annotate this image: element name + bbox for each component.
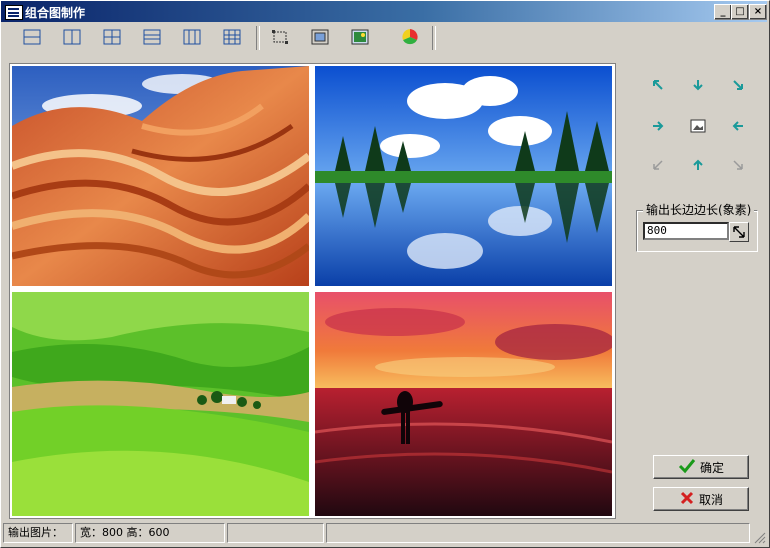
red-rock-waves-photo[interactable] (12, 66, 309, 286)
status-label: 输出图片： (3, 523, 73, 543)
status-panel-3 (227, 523, 324, 543)
status-output-size: 宽：800 高：600 (75, 523, 225, 543)
right-arrow-icon[interactable] (648, 116, 668, 136)
layout-2x2-icon[interactable] (98, 25, 126, 49)
image-frame-icon[interactable] (346, 25, 374, 49)
down-arrow-top-icon[interactable] (688, 75, 708, 95)
output-length-spin-button[interactable] (729, 222, 749, 242)
layout-3-cols-icon[interactable] (178, 25, 206, 49)
size-grip[interactable] (752, 530, 766, 544)
layout-2-cols-icon[interactable] (58, 25, 86, 49)
toolbar (2, 23, 766, 53)
layout-2-rows-icon[interactable] (18, 25, 46, 49)
mountain-lake-reflection-photo[interactable] (315, 66, 612, 286)
left-arrow-icon[interactable] (728, 116, 748, 136)
image-center-icon[interactable] (688, 116, 708, 136)
output-length-label: 输出长边边长(象素) (643, 201, 755, 218)
status-panel-4 (326, 523, 750, 543)
layout-3x3-icon[interactable] (218, 25, 246, 49)
app-icon (5, 5, 23, 20)
ok-label: 确定 (699, 460, 724, 475)
ok-button[interactable]: 确定 (653, 455, 749, 479)
up-arrow-icon[interactable] (688, 155, 708, 175)
ne-arrow-icon[interactable] (728, 75, 748, 95)
toolbar-separator (256, 26, 260, 50)
close-button[interactable]: × (749, 4, 767, 20)
cancel-x-icon (679, 490, 695, 509)
sw-arrow-icon[interactable] (648, 155, 668, 175)
output-length-input[interactable]: 800 (643, 222, 729, 240)
se-arrow-icon[interactable] (728, 155, 748, 175)
cancel-button[interactable]: 取消 (653, 487, 749, 511)
maximize-button[interactable]: □ (731, 4, 749, 20)
cancel-label: 取消 (698, 492, 723, 507)
minimize-button[interactable]: _ (714, 4, 732, 20)
title-bar[interactable]: 组合图制作 _ □ × (1, 1, 767, 22)
fit-frame-icon[interactable] (306, 25, 334, 49)
preview-canvas[interactable] (9, 63, 616, 519)
green-rolling-hills-photo[interactable] (12, 292, 309, 516)
check-icon (678, 458, 696, 477)
color-wheel-icon[interactable] (396, 25, 424, 49)
layout-3-rows-icon[interactable] (138, 25, 166, 49)
crop-select-icon[interactable] (266, 25, 294, 49)
toolbar-separator-end (432, 26, 436, 50)
window-title: 组合图制作 (25, 6, 86, 20)
sunset-surfer-beach-photo[interactable] (315, 292, 612, 516)
nw-arrow-icon[interactable] (648, 75, 668, 95)
